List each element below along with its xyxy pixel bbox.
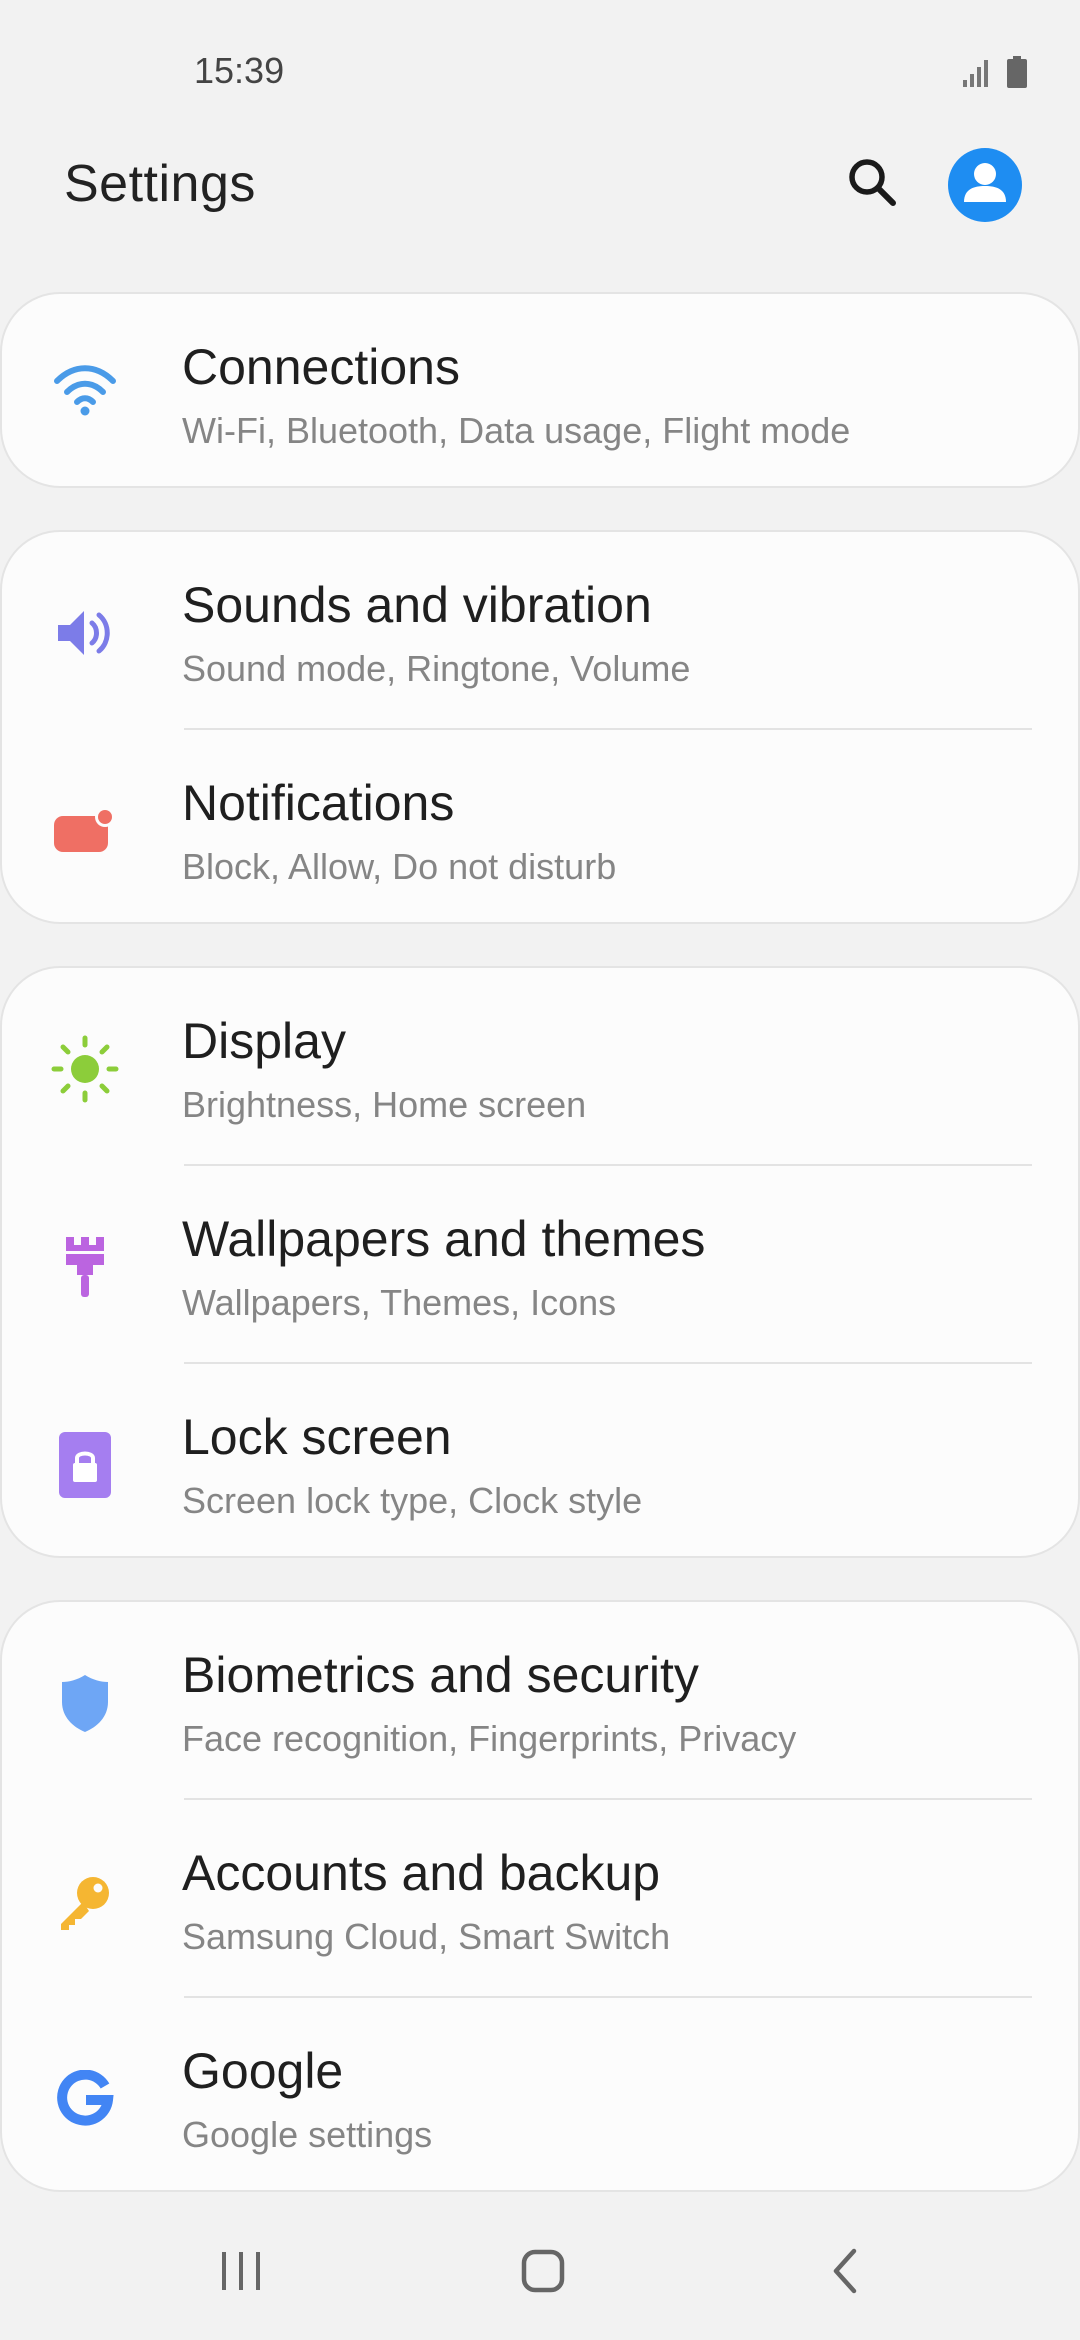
- notification-icon: [50, 796, 120, 866]
- settings-item-accounts[interactable]: Accounts and backup Samsung Cloud, Smart…: [2, 1800, 1078, 1998]
- item-title: Sounds and vibration: [182, 577, 652, 633]
- item-subtitle: Screen lock type, Clock style: [182, 1480, 643, 1521]
- settings-item-lock-screen[interactable]: Lock screen Screen lock type, Clock styl…: [2, 1364, 1078, 1556]
- battery-icon: [1006, 56, 1028, 93]
- item-subtitle: Block, Allow, Do not disturb: [182, 846, 617, 887]
- settings-item-connections[interactable]: Connections Wi-Fi, Bluetooth, Data usage…: [2, 294, 1078, 486]
- item-title: Lock screen: [182, 1409, 452, 1465]
- sun-icon: [50, 1034, 120, 1104]
- item-subtitle: Brightness, Home screen: [182, 1084, 587, 1125]
- speaker-icon: [50, 598, 120, 668]
- recents-icon: [218, 2249, 264, 2298]
- back-button[interactable]: [806, 2238, 886, 2308]
- item-title: Biometrics and security: [182, 1647, 699, 1703]
- item-title: Wallpapers and themes: [182, 1211, 706, 1267]
- account-icon: [948, 148, 1022, 222]
- settings-group-1: Connections Wi-Fi, Bluetooth, Data usage…: [0, 292, 1080, 488]
- back-icon: [828, 2247, 864, 2300]
- status-icons: [962, 56, 1028, 93]
- item-subtitle: Wallpapers, Themes, Icons: [182, 1282, 617, 1323]
- item-subtitle: Face recognition, Fingerprints, Privacy: [182, 1718, 797, 1759]
- settings-item-notifications[interactable]: Notifications Block, Allow, Do not distu…: [2, 730, 1078, 922]
- recents-button[interactable]: [201, 2238, 281, 2308]
- settings-item-sounds[interactable]: Sounds and vibration Sound mode, Rington…: [2, 532, 1078, 730]
- status-time: 15:39: [194, 50, 285, 91]
- home-button[interactable]: [503, 2238, 583, 2308]
- paintbrush-icon: [50, 1232, 120, 1302]
- settings-group-2: Sounds and vibration Sound mode, Rington…: [0, 530, 1080, 924]
- item-subtitle: Samsung Cloud, Smart Switch: [182, 1916, 671, 1957]
- wifi-icon: [50, 354, 120, 424]
- item-subtitle: Google settings: [182, 2114, 433, 2155]
- search-button[interactable]: [838, 150, 906, 218]
- settings-item-google[interactable]: Google Google settings: [2, 1998, 1078, 2190]
- google-icon: [50, 2064, 120, 2134]
- item-title: Accounts and backup: [182, 1845, 661, 1901]
- navigation-bar: [0, 2210, 1080, 2340]
- shield-icon: [50, 1668, 120, 1738]
- item-title: Display: [182, 1013, 346, 1069]
- search-icon: [846, 156, 898, 213]
- item-title: Google: [182, 2043, 344, 2099]
- settings-group-4: Biometrics and security Face recognition…: [0, 1600, 1080, 2192]
- settings-item-display[interactable]: Display Brightness, Home screen: [2, 968, 1078, 1166]
- settings-group-3: Display Brightness, Home screen Wallpape…: [0, 966, 1080, 1558]
- signal-icon: [962, 58, 992, 93]
- item-subtitle: Sound mode, Ringtone, Volume: [182, 648, 691, 689]
- settings-item-wallpapers[interactable]: Wallpapers and themes Wallpapers, Themes…: [2, 1166, 1078, 1364]
- item-title: Notifications: [182, 775, 455, 831]
- settings-item-biometrics[interactable]: Biometrics and security Face recognition…: [2, 1602, 1078, 1800]
- item-title: Connections: [182, 339, 460, 395]
- page-title: Settings: [64, 155, 256, 213]
- status-bar: 15:39: [0, 0, 1080, 140]
- key-icon: [50, 1866, 120, 1936]
- home-icon: [520, 2248, 566, 2299]
- app-bar: Settings: [0, 140, 1080, 300]
- account-avatar-button[interactable]: [948, 148, 1022, 222]
- item-subtitle: Wi-Fi, Bluetooth, Data usage, Flight mod…: [182, 410, 851, 451]
- lock-icon: [50, 1430, 120, 1500]
